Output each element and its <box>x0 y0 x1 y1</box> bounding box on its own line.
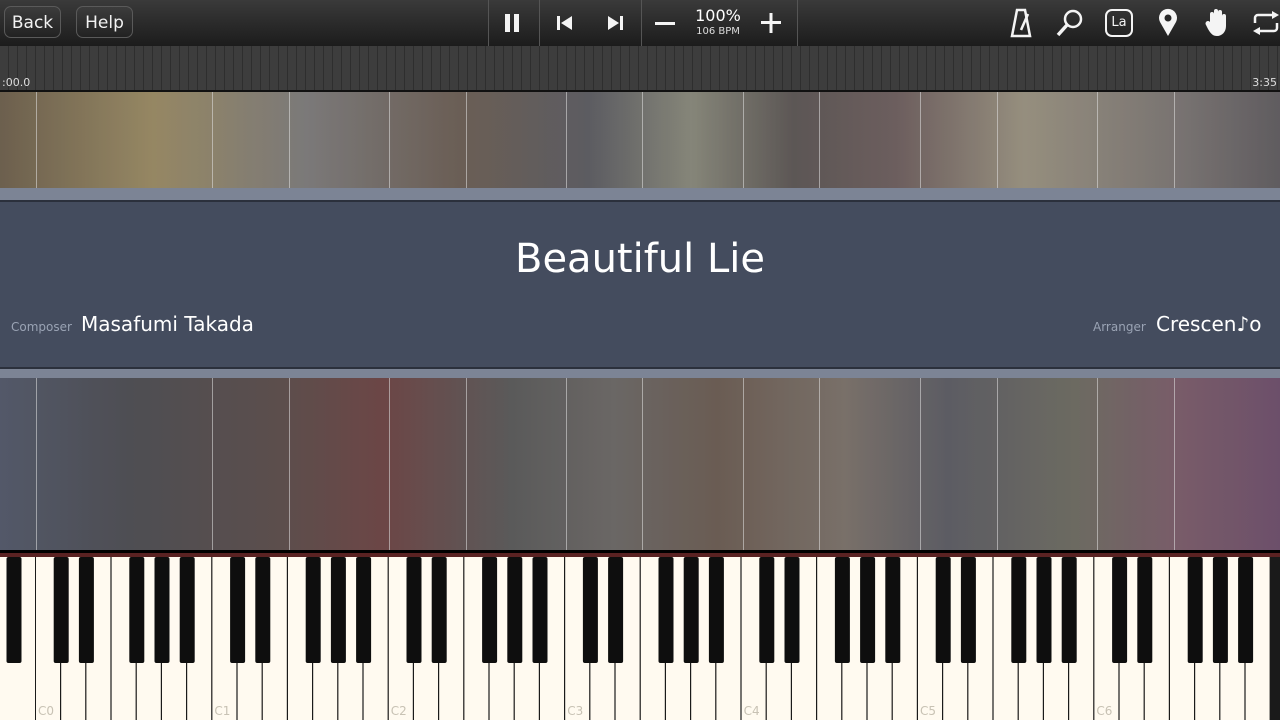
bpm-readout: 106 BPM <box>696 26 740 37</box>
black-key[interactable] <box>6 557 22 663</box>
black-key[interactable] <box>1187 557 1203 663</box>
black-key[interactable] <box>129 557 145 663</box>
black-key[interactable] <box>960 557 976 663</box>
piano-keys: C0 C1 C2 C3 C4 C5 C6 <box>0 557 1270 720</box>
black-key[interactable] <box>255 557 271 663</box>
black-key[interactable] <box>885 557 901 663</box>
search-icon[interactable] <box>1055 8 1085 38</box>
black-key[interactable] <box>683 557 699 663</box>
plus-icon[interactable] <box>760 12 782 34</box>
octave-label: C0 <box>38 704 54 718</box>
black-key[interactable] <box>53 557 69 663</box>
location-pin-icon[interactable] <box>1157 8 1179 38</box>
black-key[interactable] <box>708 557 724 663</box>
speed-readout: 100% <box>695 6 741 25</box>
piano-keyboard: C0 C1 C2 C3 C4 C5 C6 <box>0 553 1280 720</box>
octave-label: C4 <box>744 704 760 718</box>
black-key[interactable] <box>1036 557 1052 663</box>
skip-forward-icon[interactable] <box>606 14 624 32</box>
arranger-label: Arranger <box>1093 320 1146 334</box>
black-key[interactable] <box>1061 557 1077 663</box>
black-key[interactable] <box>330 557 346 663</box>
minus-icon[interactable] <box>654 14 676 32</box>
black-key[interactable] <box>305 557 321 663</box>
black-key[interactable] <box>935 557 951 663</box>
song-title: Beautiful Lie <box>515 236 765 282</box>
loop-icon[interactable] <box>1252 10 1280 36</box>
black-key[interactable] <box>834 557 850 663</box>
song-info-panel: Beautiful Lie Composer Masafumi Takada A… <box>0 188 1280 378</box>
start-time: :00.0 <box>2 76 31 89</box>
black-key[interactable] <box>759 557 775 663</box>
octave-label: C6 <box>1096 704 1112 718</box>
hand-icon[interactable] <box>1205 6 1231 38</box>
metronome-icon[interactable] <box>1010 8 1032 38</box>
arranger-name: Crescen♪o <box>1156 312 1262 336</box>
composer-name: Masafumi Takada <box>81 312 254 336</box>
black-key[interactable] <box>78 557 94 663</box>
end-time: 3:35 <box>1252 76 1277 89</box>
black-key[interactable] <box>1112 557 1128 663</box>
label-icon[interactable]: La <box>1105 9 1133 37</box>
black-key[interactable] <box>431 557 447 663</box>
composer-label: Composer <box>11 320 72 334</box>
black-key[interactable] <box>1238 557 1254 663</box>
black-key[interactable] <box>658 557 674 663</box>
black-key[interactable] <box>784 557 800 663</box>
help-button[interactable]: Help <box>76 6 133 38</box>
black-key[interactable] <box>1011 557 1027 663</box>
black-key[interactable] <box>860 557 876 663</box>
black-key[interactable] <box>532 557 548 663</box>
background-artwork-bottom <box>0 378 1280 550</box>
skip-back-icon[interactable] <box>556 14 574 32</box>
timeline-scrubber[interactable]: :00.0 3:35 <box>0 46 1280 92</box>
black-key[interactable] <box>406 557 422 663</box>
black-key[interactable] <box>507 557 523 663</box>
transport-controls <box>488 0 798 46</box>
black-key[interactable] <box>179 557 195 663</box>
black-key[interactable] <box>1212 557 1228 663</box>
black-key[interactable] <box>482 557 498 663</box>
black-key[interactable] <box>230 557 246 663</box>
black-key[interactable] <box>154 557 170 663</box>
black-key[interactable] <box>608 557 624 663</box>
octave-label: C3 <box>567 704 583 718</box>
toolbar: Back Help 100% 106 BPM La <box>0 0 1280 47</box>
octave-label: C1 <box>214 704 230 718</box>
back-button[interactable]: Back <box>4 6 61 38</box>
octave-label: C5 <box>920 704 936 718</box>
octave-label: C2 <box>391 704 407 718</box>
black-key[interactable] <box>1137 557 1153 663</box>
background-artwork-top <box>0 92 1280 188</box>
black-key[interactable] <box>582 557 598 663</box>
pause-icon[interactable] <box>503 13 521 33</box>
black-key[interactable] <box>356 557 372 663</box>
